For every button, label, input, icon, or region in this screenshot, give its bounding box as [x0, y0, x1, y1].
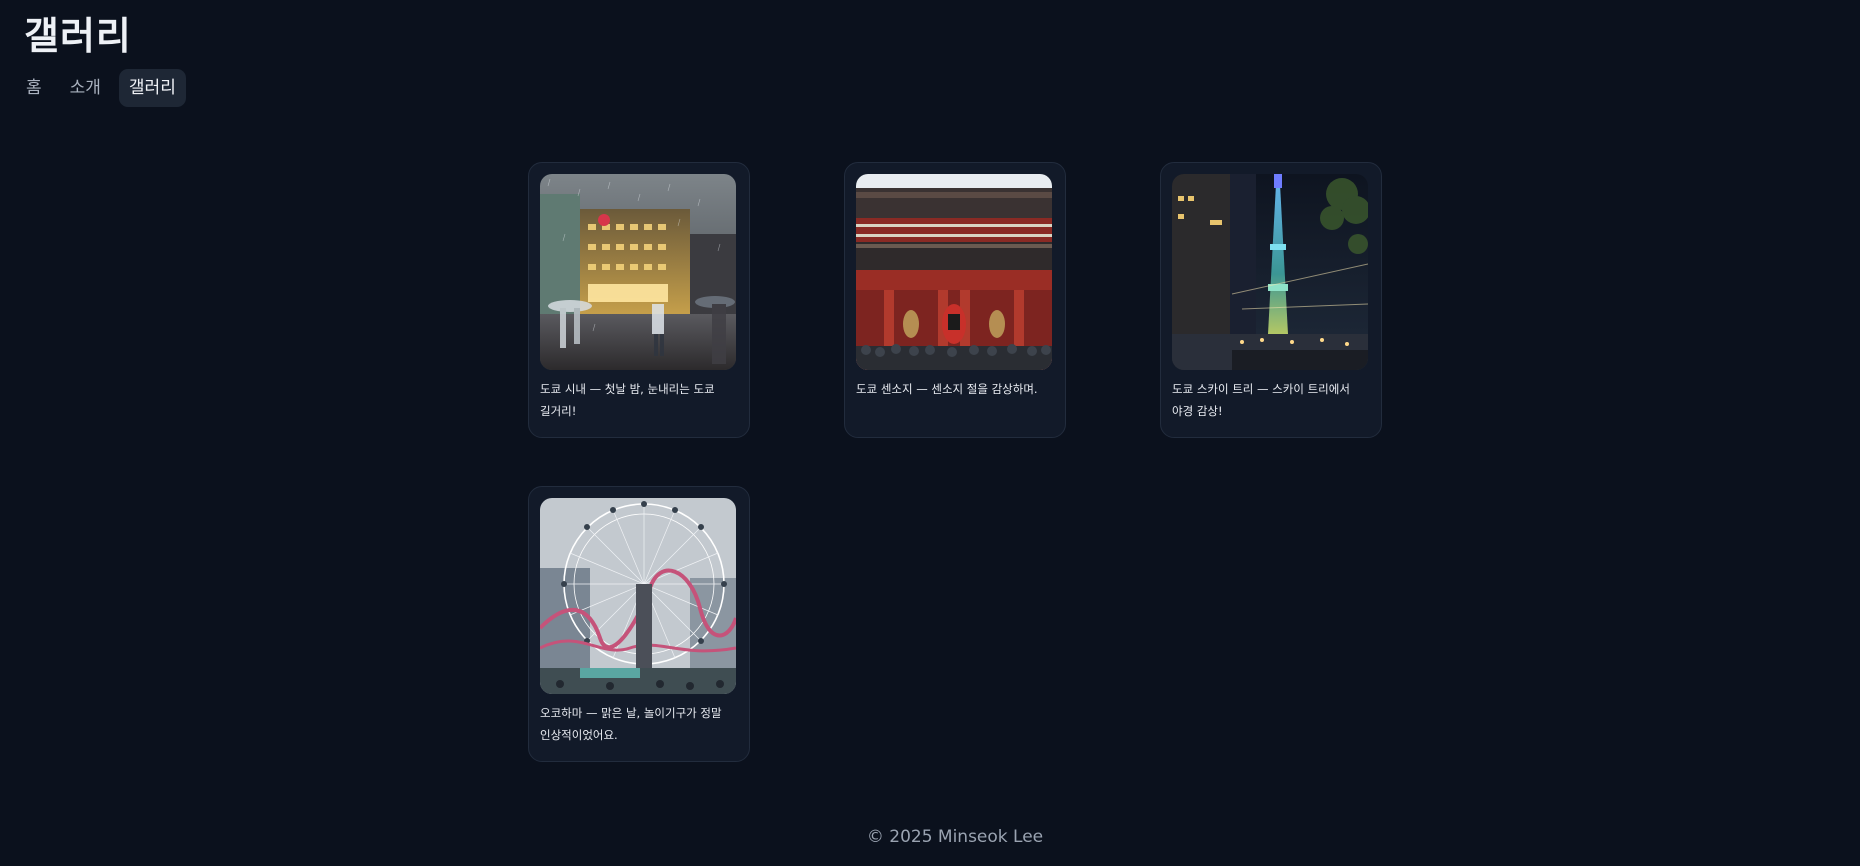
photo-sensoji[interactable] — [856, 174, 1052, 370]
nav-item-gallery[interactable]: 갤러리 — [118, 69, 186, 107]
photo-skytree[interactable] — [1172, 174, 1368, 370]
card-caption: 도쿄 시내 — 첫날 밤, 눈내리는 도쿄 길거리! — [540, 382, 715, 418]
site-footer: © 2025 Minseok Lee — [866, 827, 1044, 847]
card-caption: 오코하마 — 맑은 날, 놀이기구가 정말 인상적이었어요. — [540, 706, 722, 742]
gallery-grid: 도쿄 시내 — 첫날 밤, 눈내리는 도쿄 길거리! 도쿄 센소지 — 센소지 … — [528, 162, 1382, 762]
nav-item-home[interactable]: 홈 — [16, 69, 52, 107]
nav-item-about[interactable]: 소개 — [60, 69, 111, 107]
main-nav: 홈 소개 갤러리 — [16, 69, 186, 107]
gallery-card[interactable]: 도쿄 스카이 트리 — 스카이 트리에서 야경 감상! — [1160, 162, 1382, 438]
card-caption: 도쿄 스카이 트리 — 스카이 트리에서 야경 감상! — [1172, 382, 1350, 418]
gallery-card[interactable]: 도쿄 시내 — 첫날 밤, 눈내리는 도쿄 길거리! — [528, 162, 750, 438]
photo-tokyo-street[interactable] — [540, 174, 736, 370]
card-caption: 도쿄 센소지 — 센소지 절을 감상하며. — [856, 382, 1038, 396]
page-title: 갤러리 — [24, 14, 132, 58]
gallery-card[interactable]: 오코하마 — 맑은 날, 놀이기구가 정말 인상적이었어요. — [528, 486, 750, 762]
site-header: 갤러리 홈 소개 갤러리 — [24, 10, 186, 107]
gallery-card[interactable]: 도쿄 센소지 — 센소지 절을 감상하며. — [844, 162, 1066, 438]
photo-yokohama[interactable] — [540, 498, 736, 694]
